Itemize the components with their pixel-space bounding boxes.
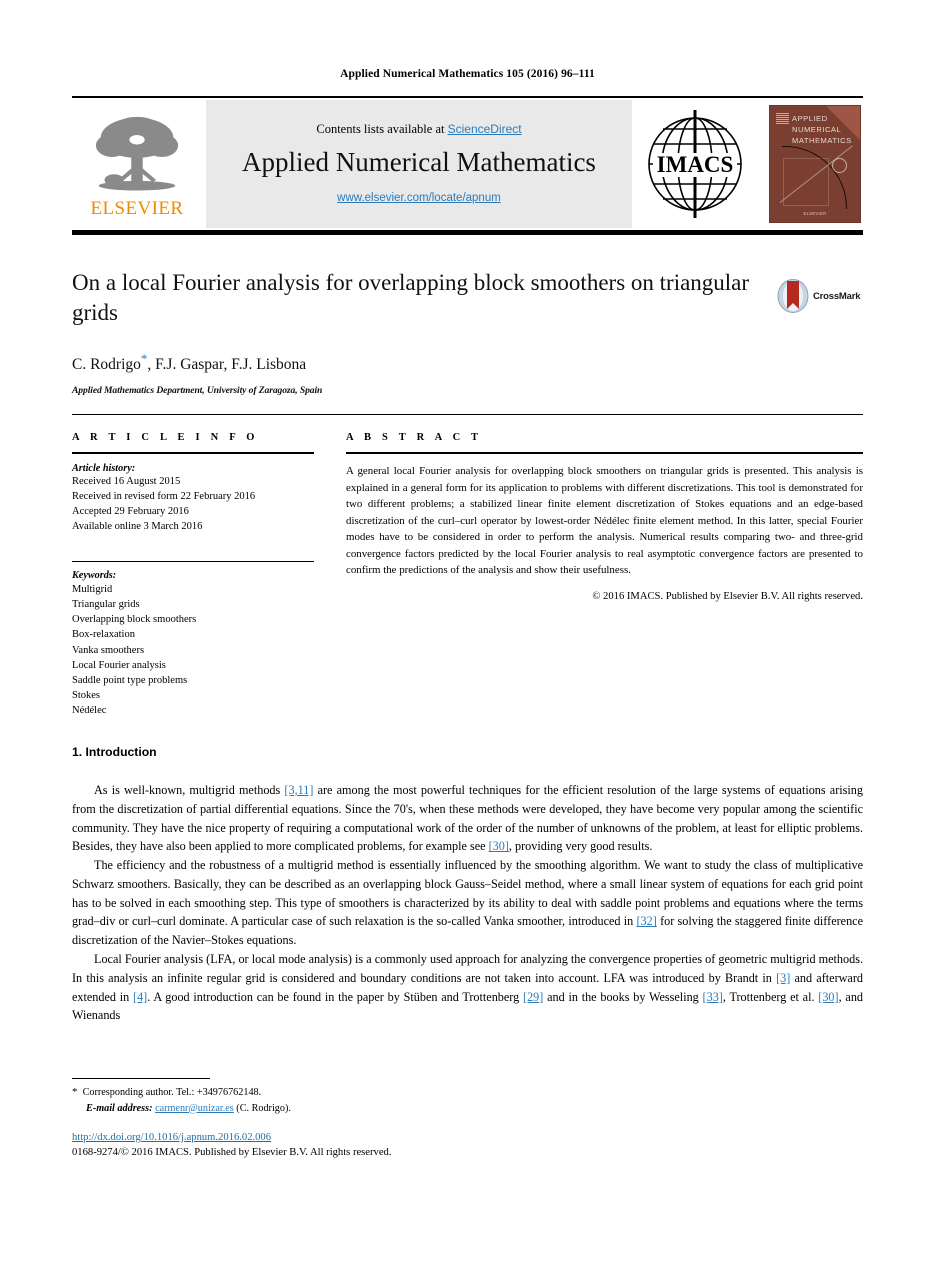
journal-cover: Applied Numerical Mathematics ELSEVIER bbox=[757, 100, 863, 228]
keywords-block: Keywords: Multigrid Triangular grids Ove… bbox=[72, 560, 314, 719]
title-separator-rule bbox=[72, 414, 863, 415]
imacs-logo: IMACS bbox=[632, 100, 757, 228]
contents-prefix: Contents lists available at bbox=[316, 122, 448, 136]
keyword-item: Overlapping block smoothers bbox=[72, 614, 197, 626]
cover-mini-logo bbox=[776, 113, 789, 124]
running-head: Applied Numerical Mathematics 105 (2016)… bbox=[340, 68, 595, 80]
article-info-label: A R T I C L E I N F O bbox=[72, 432, 259, 443]
imacs-globe-icon: IMACS bbox=[647, 110, 742, 218]
footnote-star: * bbox=[72, 1086, 78, 1098]
abstract-copyright: © 2016 IMACS. Published by Elsevier B.V.… bbox=[592, 590, 863, 602]
article-info-column: A R T I C L E I N F O Article history: R… bbox=[72, 432, 314, 719]
history-item: Received 16 August 2015 bbox=[72, 476, 181, 487]
paragraph: The efficiency and the robustness of a m… bbox=[72, 858, 863, 948]
journal-url-link[interactable]: www.elsevier.com/locate/apnum bbox=[337, 192, 501, 204]
crossmark-icon bbox=[777, 279, 809, 313]
keyword-item: Nédélec bbox=[72, 705, 107, 717]
keyword-item: Vanka smoothers bbox=[72, 644, 145, 656]
crossmark-label: CrossMark bbox=[813, 290, 861, 302]
paragraph: As is well-known, multigrid methods [3,1… bbox=[72, 783, 863, 854]
journal-masthead: ELSEVIER Contents lists available at Sci… bbox=[72, 96, 863, 235]
keyword-item: Local Fourier analysis bbox=[72, 659, 166, 671]
footnote-rule bbox=[72, 1078, 210, 1079]
corresponding-author-note: * Corresponding author. Tel.: +349767621… bbox=[72, 1084, 672, 1101]
elsevier-logo: ELSEVIER bbox=[72, 100, 202, 228]
abstract-text: A general local Fourier analysis for ove… bbox=[346, 465, 863, 577]
history-item: Available online 3 March 2016 bbox=[72, 520, 203, 532]
sciencedirect-link[interactable]: ScienceDirect bbox=[448, 122, 522, 136]
citation-link[interactable]: [3,11] bbox=[284, 783, 313, 797]
history-item: Accepted 29 February 2016 bbox=[72, 505, 189, 517]
section-heading-introduction: 1. Introduction bbox=[72, 745, 157, 759]
crossmark-badge-group[interactable]: CrossMark bbox=[777, 278, 863, 314]
email-note: E-mail address: carmenr@unizar.es (C. Ro… bbox=[72, 1101, 672, 1116]
abstract-column: A B S T R A C T A general local Fourier … bbox=[346, 432, 863, 719]
footnote-block: * Corresponding author. Tel.: +349767621… bbox=[72, 1084, 672, 1116]
citation-link[interactable]: [30] bbox=[489, 839, 509, 853]
svg-text:IMACS: IMACS bbox=[656, 152, 733, 177]
email-suffix: (C. Rodrigo). bbox=[233, 1102, 291, 1114]
body-zone: 1. Introduction As is well-known, multig… bbox=[72, 745, 863, 1025]
citation-link[interactable]: [32] bbox=[637, 914, 657, 928]
issn-copyright-line: 0168-9274/© 2016 IMACS. Published by Els… bbox=[72, 1147, 392, 1158]
journal-article-page: Applied Numerical Mathematics 105 (2016)… bbox=[0, 0, 935, 1266]
history-item: Received in revised form 22 February 201… bbox=[72, 490, 256, 502]
elsevier-wordmark: ELSEVIER bbox=[90, 197, 184, 219]
corresponding-author-text: Corresponding author. Tel.: +34976762148… bbox=[82, 1087, 262, 1098]
masthead-bottom-rule bbox=[72, 230, 863, 235]
citation-link[interactable]: [3] bbox=[776, 971, 790, 985]
cover-footer: ELSEVIER bbox=[803, 211, 827, 216]
keywords-heading: Keywords: bbox=[72, 569, 117, 581]
keyword-item: Stokes bbox=[72, 690, 101, 702]
article-history-heading: Article history: bbox=[72, 463, 136, 474]
doi-link[interactable]: http://dx.doi.org/10.1016/j.apnum.2016.0… bbox=[72, 1132, 271, 1143]
author-list: C. Rodrigo*, F.J. Gaspar, F.J. Lisbona bbox=[72, 351, 863, 374]
journal-title: Applied Numerical Mathematics bbox=[242, 147, 596, 177]
citation-link[interactable]: [33] bbox=[703, 990, 723, 1004]
author-first: C. Rodrigo bbox=[72, 355, 141, 373]
journal-band: Contents lists available at ScienceDirec… bbox=[206, 100, 632, 228]
citation-link[interactable]: [30] bbox=[818, 990, 838, 1004]
elsevier-tree-icon bbox=[95, 116, 179, 190]
citation-link[interactable]: [4] bbox=[133, 990, 147, 1004]
paragraph: Local Fourier analysis (LFA, or local mo… bbox=[72, 952, 864, 1023]
keyword-item: Multigrid bbox=[72, 583, 113, 595]
keyword-item: Triangular grids bbox=[72, 598, 140, 610]
affiliation: Applied Mathematics Department, Universi… bbox=[72, 384, 323, 396]
email-label: E-mail address: bbox=[86, 1102, 153, 1114]
author-rest: , F.J. Gaspar, F.J. Lisbona bbox=[147, 355, 307, 373]
keyword-item: Saddle point type problems bbox=[72, 674, 188, 686]
email-link[interactable]: carmenr@unizar.es bbox=[155, 1103, 234, 1114]
cover-title: Applied Numerical Mathematics bbox=[792, 114, 852, 145]
masthead-top-rule bbox=[72, 96, 863, 98]
page-title: On a local Fourier analysis for overlapp… bbox=[72, 270, 750, 326]
keyword-item: Box-relaxation bbox=[72, 629, 135, 641]
info-abstract-section: A R T I C L E I N F O Article history: R… bbox=[72, 432, 863, 719]
contents-available-line: Contents lists available at ScienceDirec… bbox=[316, 122, 521, 137]
abstract-label: A B S T R A C T bbox=[346, 432, 483, 443]
title-zone: On a local Fourier analysis for overlapp… bbox=[72, 268, 863, 396]
citation-link[interactable]: [29] bbox=[523, 990, 543, 1004]
